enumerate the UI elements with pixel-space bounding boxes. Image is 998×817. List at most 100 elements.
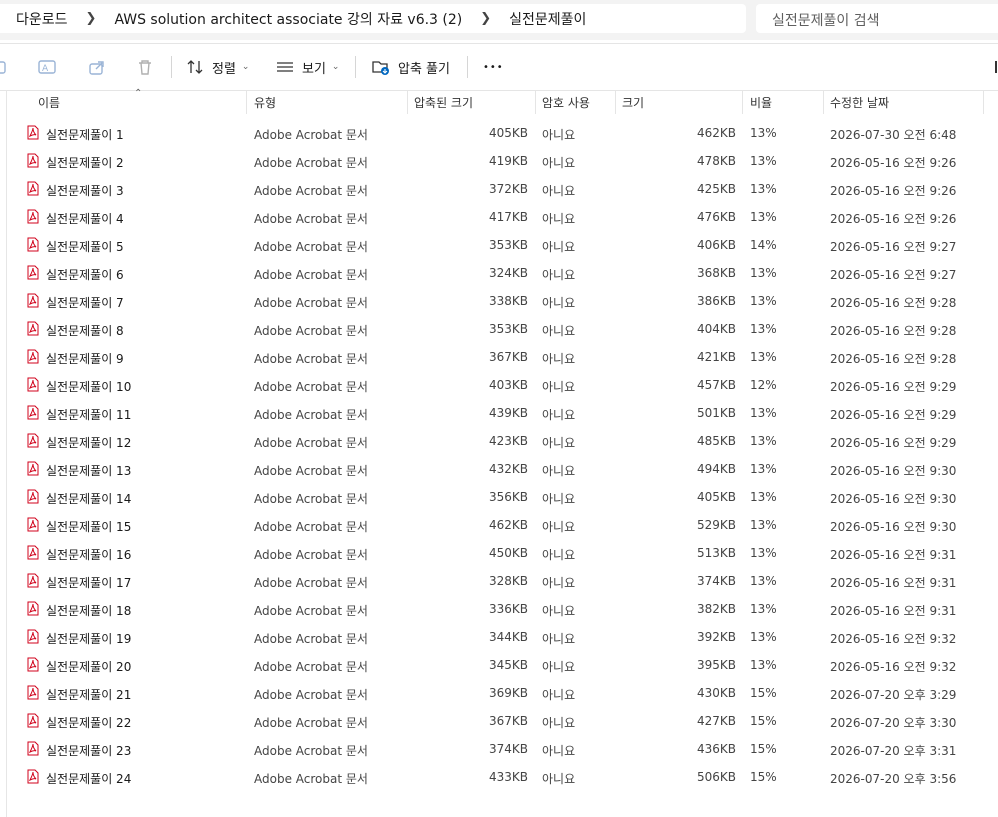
- file-date-modified: 2026-05-16 오전 9:31: [830, 604, 957, 618]
- column-header: ⌃ 이름 유형 압축된 크기 암호 사용 크기 비율 수정한 날짜: [0, 88, 998, 114]
- file-row[interactable]: 실전문제풀이 19 Adobe Acrobat 문서 344KB 아니요 392KB 13…: [0, 623, 998, 651]
- file-password: 아니요: [542, 660, 576, 674]
- file-row[interactable]: 실전문제풀이 17 Adobe Acrobat 문서 328KB 아니요 374KB 13…: [0, 567, 998, 595]
- search-input[interactable]: 실전문제풀이 검색: [756, 4, 998, 33]
- file-row[interactable]: 실전문제풀이 20 Adobe Acrobat 문서 345KB 아니요 395KB 13…: [0, 651, 998, 679]
- file-password: 아니요: [542, 408, 576, 422]
- address-bar: 다운로드 ❯ AWS solution architect associate …: [0, 0, 998, 40]
- breadcrumb-item-archive[interactable]: AWS solution architect associate 강의 자료 v…: [114, 9, 462, 29]
- pdf-file-icon: [27, 685, 39, 700]
- view-button[interactable]: 보기 ⌄: [276, 44, 339, 90]
- breadcrumb-item-downloads[interactable]: 다운로드: [16, 9, 68, 29]
- file-type: Adobe Acrobat 문서: [254, 520, 368, 534]
- file-ratio: 13%: [750, 490, 777, 504]
- file-row[interactable]: 실전문제풀이 18 Adobe Acrobat 문서 336KB 아니요 382KB 13…: [0, 595, 998, 623]
- pdf-file-icon: [27, 741, 39, 756]
- column-password[interactable]: 암호 사용: [542, 94, 590, 111]
- file-name: 실전문제풀이 17: [46, 576, 132, 590]
- breadcrumb[interactable]: 다운로드 ❯ AWS solution architect associate …: [0, 4, 746, 33]
- column-size[interactable]: 크기: [622, 94, 644, 111]
- file-row[interactable]: 실전문제풀이 8 Adobe Acrobat 문서 353KB 아니요 404KB 13%…: [0, 315, 998, 343]
- file-row[interactable]: 실전문제풀이 13 Adobe Acrobat 문서 432KB 아니요 494KB 13…: [0, 455, 998, 483]
- file-type: Adobe Acrobat 문서: [254, 576, 368, 590]
- file-size: 476KB: [696, 210, 736, 224]
- file-name: 실전문제풀이 21: [46, 688, 132, 702]
- file-name: 실전문제풀이 12: [46, 436, 132, 450]
- file-password: 아니요: [542, 744, 576, 758]
- file-date-modified: 2026-05-16 오전 9:29: [830, 408, 957, 422]
- file-compressed-size: 462KB: [488, 518, 528, 532]
- file-name: 실전문제풀이 14: [46, 492, 132, 506]
- file-row[interactable]: 실전문제풀이 24 Adobe Acrobat 문서 433KB 아니요 506KB 15…: [0, 763, 998, 791]
- file-name: 실전문제풀이 3: [46, 184, 124, 198]
- file-password: 아니요: [542, 240, 576, 254]
- file-ratio: 13%: [750, 294, 777, 308]
- file-name: 실전문제풀이 6: [46, 268, 124, 282]
- rename-icon[interactable]: A: [38, 58, 56, 76]
- file-date-modified: 2026-07-20 오후 3:56: [830, 772, 957, 786]
- file-ratio: 13%: [750, 154, 777, 168]
- breadcrumb-item-current-folder[interactable]: 실전문제풀이: [509, 9, 586, 29]
- file-row[interactable]: 실전문제풀이 14 Adobe Acrobat 문서 356KB 아니요 405KB 13…: [0, 483, 998, 511]
- chevron-right-icon[interactable]: ❯: [480, 11, 491, 26]
- file-row[interactable]: 실전문제풀이 16 Adobe Acrobat 문서 450KB 아니요 513KB 13…: [0, 539, 998, 567]
- file-row[interactable]: 실전문제풀이 5 Adobe Acrobat 문서 353KB 아니요 406KB 14%…: [0, 231, 998, 259]
- file-row[interactable]: 실전문제풀이 1 Adobe Acrobat 문서 405KB 아니요 462KB 13%…: [0, 119, 998, 147]
- file-row[interactable]: 실전문제풀이 3 Adobe Acrobat 문서 372KB 아니요 425KB 13%…: [0, 175, 998, 203]
- file-row[interactable]: 실전문제풀이 11 Adobe Acrobat 문서 439KB 아니요 501KB 13…: [0, 399, 998, 427]
- column-type[interactable]: 유형: [254, 94, 276, 111]
- column-ratio[interactable]: 비율: [750, 94, 772, 111]
- file-row[interactable]: 실전문제풀이 2 Adobe Acrobat 문서 419KB 아니요 478KB 13%…: [0, 147, 998, 175]
- column-separator[interactable]: [246, 90, 247, 114]
- file-row[interactable]: 실전문제풀이 21 Adobe Acrobat 문서 369KB 아니요 430KB 15…: [0, 679, 998, 707]
- file-date-modified: 2026-05-16 오전 9:27: [830, 268, 957, 282]
- file-ratio: 13%: [750, 518, 777, 532]
- file-password: 아니요: [542, 492, 576, 506]
- share-icon[interactable]: [88, 58, 106, 76]
- delete-icon[interactable]: [136, 58, 154, 76]
- file-ratio: 15%: [750, 770, 777, 784]
- column-separator[interactable]: [407, 90, 408, 114]
- file-row[interactable]: 실전문제풀이 12 Adobe Acrobat 문서 423KB 아니요 485KB 13…: [0, 427, 998, 455]
- column-name[interactable]: 이름: [38, 94, 60, 111]
- file-size: 529KB: [696, 518, 736, 532]
- more-options-button[interactable]: •••: [483, 44, 504, 90]
- file-row[interactable]: 실전문제풀이 9 Adobe Acrobat 문서 367KB 아니요 421KB 13%…: [0, 343, 998, 371]
- sort-button[interactable]: 정렬 ⌄: [186, 44, 249, 90]
- file-ratio: 13%: [750, 462, 777, 476]
- file-row[interactable]: 실전문제풀이 23 Adobe Acrobat 문서 374KB 아니요 436KB 15…: [0, 735, 998, 763]
- column-separator[interactable]: [823, 90, 824, 114]
- file-name: 실전문제풀이 8: [46, 324, 124, 338]
- file-ratio: 13%: [750, 658, 777, 672]
- file-size: 427KB: [696, 714, 736, 728]
- file-row[interactable]: 실전문제풀이 22 Adobe Acrobat 문서 367KB 아니요 427KB 15…: [0, 707, 998, 735]
- column-separator[interactable]: [535, 90, 536, 114]
- file-size: 462KB: [696, 126, 736, 140]
- file-size: 436KB: [696, 742, 736, 756]
- file-type: Adobe Acrobat 문서: [254, 352, 368, 366]
- column-separator[interactable]: [615, 90, 616, 114]
- file-row[interactable]: 실전문제풀이 10 Adobe Acrobat 문서 403KB 아니요 457KB 12…: [0, 371, 998, 399]
- chevron-right-icon[interactable]: ❯: [86, 11, 97, 26]
- extract-all-button[interactable]: 압축 풀기: [372, 44, 450, 90]
- file-row[interactable]: 실전문제풀이 15 Adobe Acrobat 문서 462KB 아니요 529KB 13…: [0, 511, 998, 539]
- file-type: Adobe Acrobat 문서: [254, 604, 368, 618]
- file-name: 실전문제풀이 23: [46, 744, 132, 758]
- pdf-file-icon: [27, 293, 39, 308]
- column-separator[interactable]: [983, 90, 984, 114]
- file-ratio: 12%: [750, 378, 777, 392]
- column-date-modified[interactable]: 수정한 날짜: [830, 94, 889, 111]
- sort-icon: [187, 60, 203, 74]
- pdf-file-icon: [27, 601, 39, 616]
- copy-icon[interactable]: [0, 58, 12, 76]
- file-row[interactable]: 실전문제풀이 4 Adobe Acrobat 문서 417KB 아니요 476KB 13%…: [0, 203, 998, 231]
- svg-text:A: A: [42, 64, 49, 74]
- file-row[interactable]: 실전문제풀이 7 Adobe Acrobat 문서 338KB 아니요 386KB 13%…: [0, 287, 998, 315]
- file-date-modified: 2026-05-16 오전 9:26: [830, 184, 957, 198]
- file-row[interactable]: 실전문제풀이 6 Adobe Acrobat 문서 324KB 아니요 368KB 13%…: [0, 259, 998, 287]
- column-compressed-size[interactable]: 압축된 크기: [414, 94, 473, 111]
- column-separator[interactable]: [742, 90, 743, 114]
- file-size: 457KB: [696, 378, 736, 392]
- file-password: 아니요: [542, 604, 576, 618]
- file-name: 실전문제풀이 16: [46, 548, 132, 562]
